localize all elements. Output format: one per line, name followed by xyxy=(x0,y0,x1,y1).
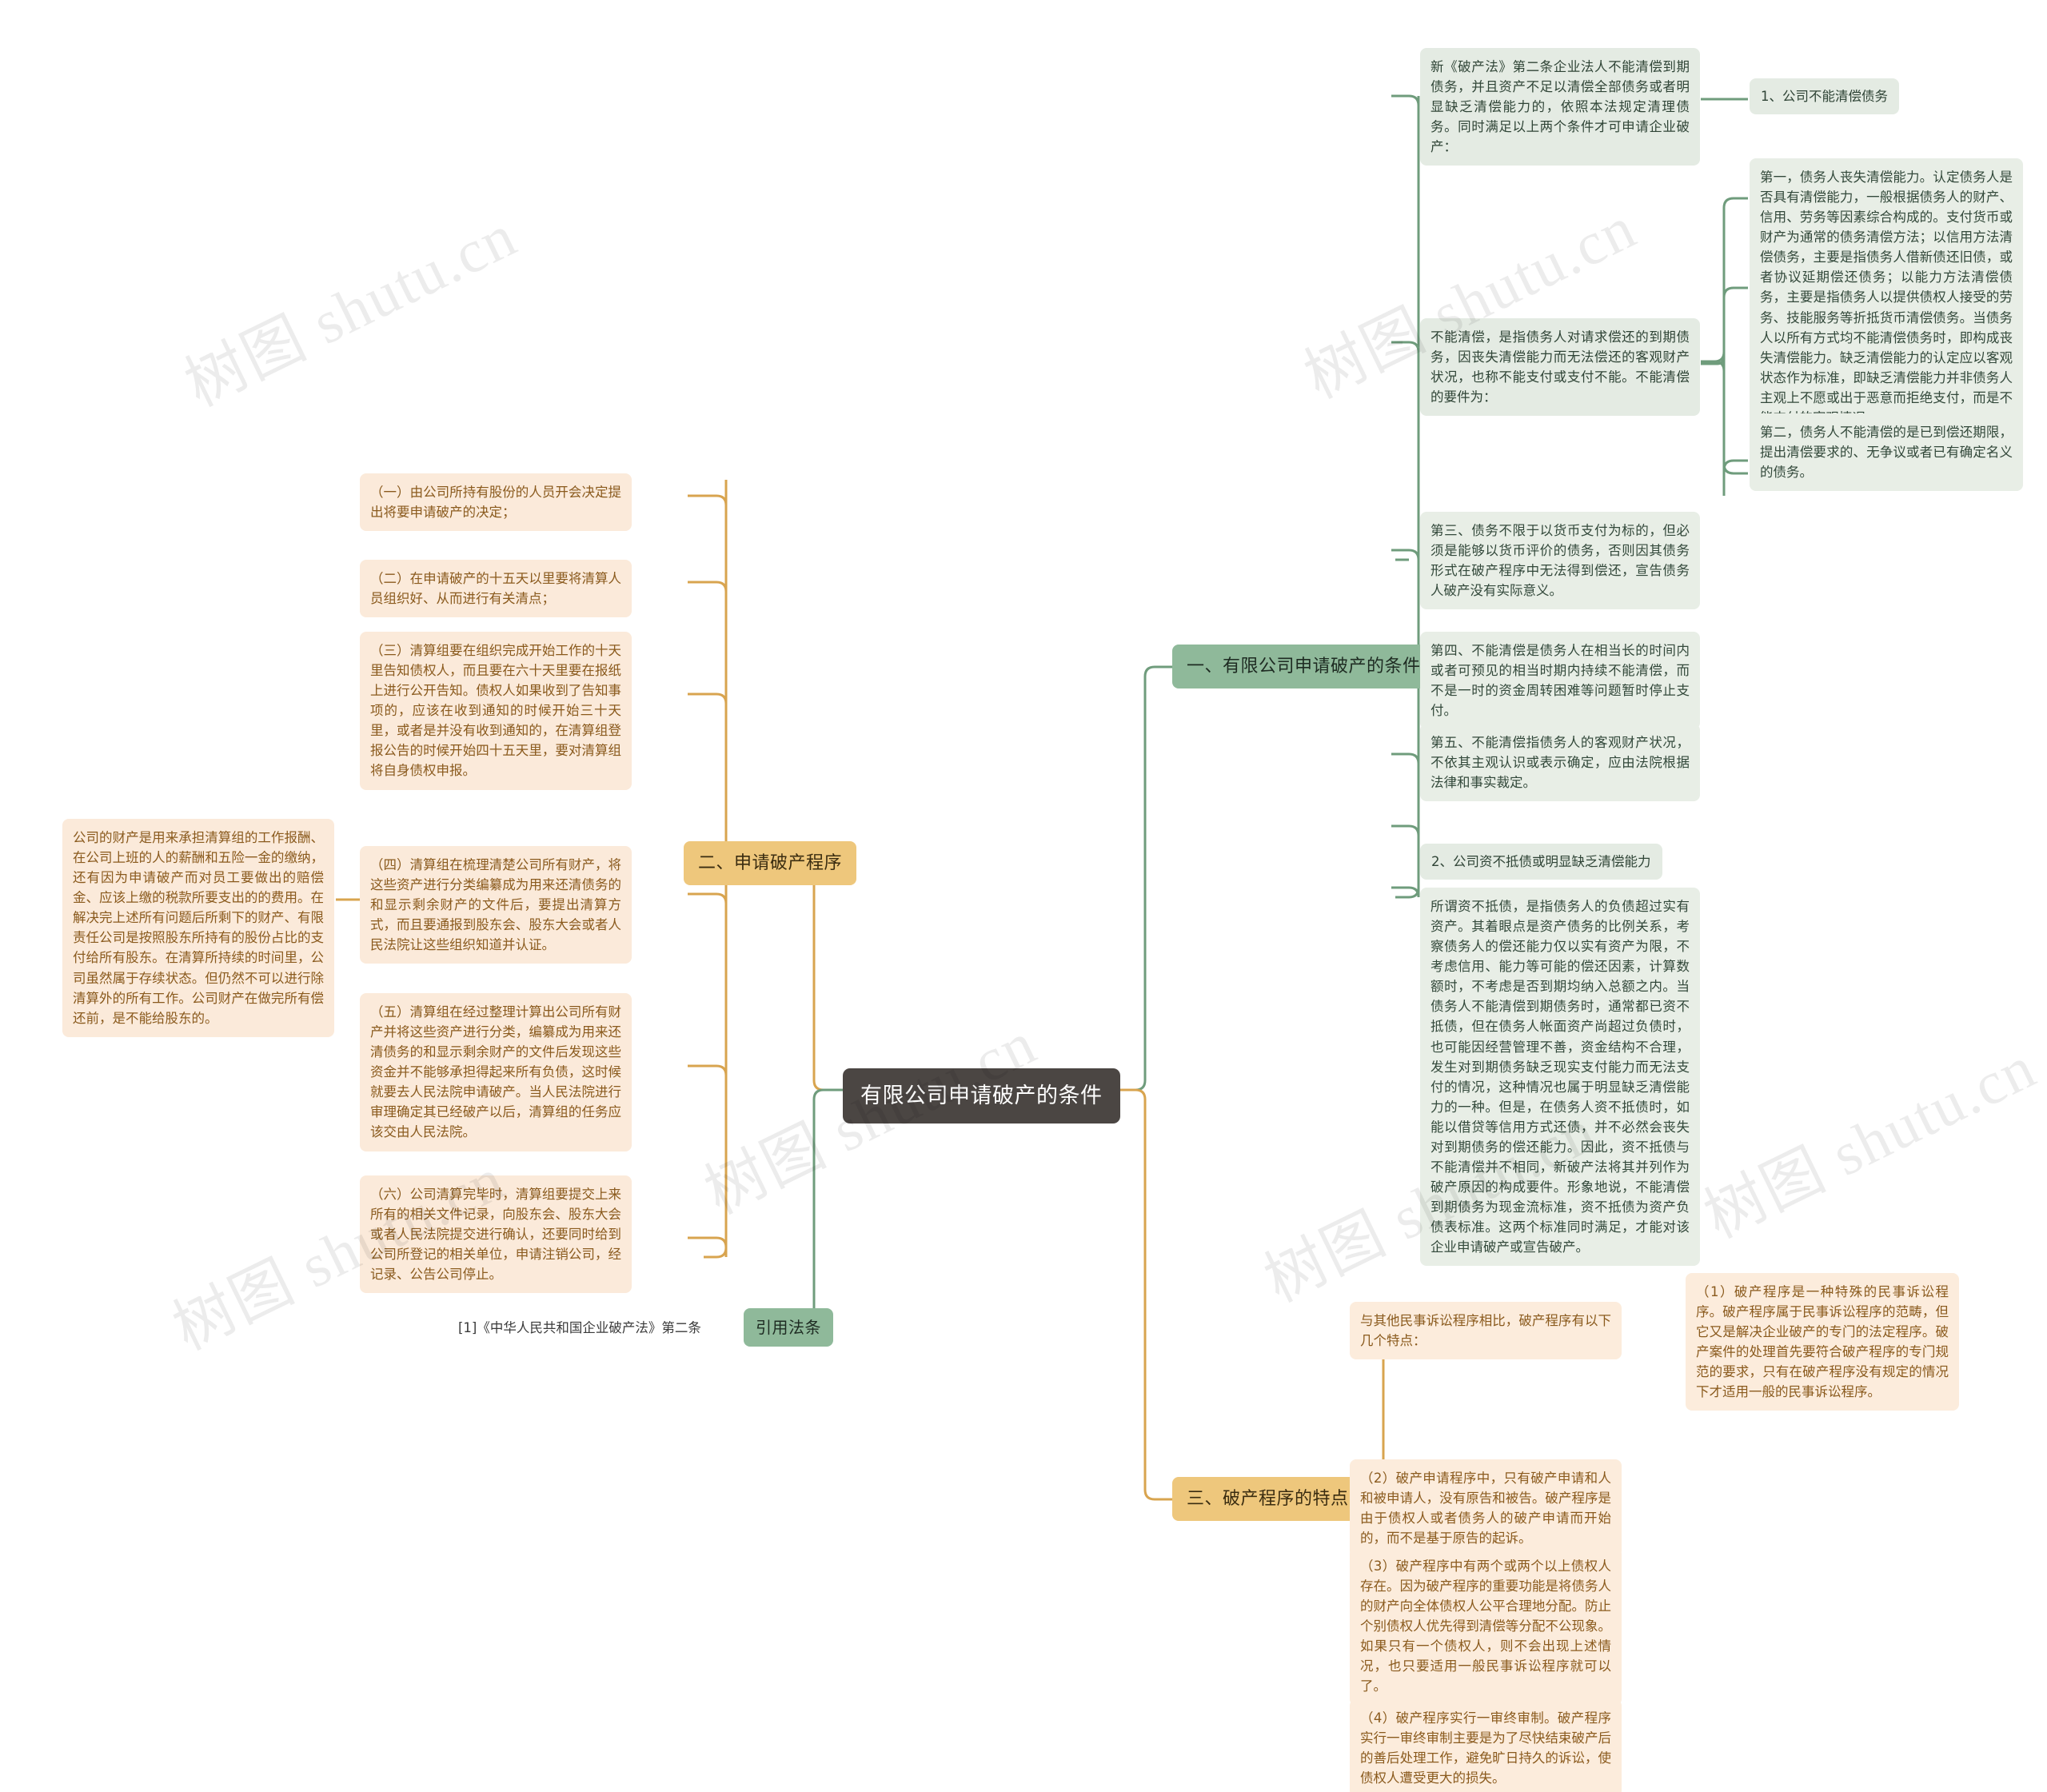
branch2-item-6[interactable]: （六）公司清算完毕时，清算组要提交上来所有的相关文件记录，向股东会、股东大会或者… xyxy=(360,1175,632,1294)
branch4-citation-text[interactable]: [1]《中华人民共和国企业破产法》第二条 xyxy=(450,1311,709,1344)
branch3-item-3[interactable]: （3）破产程序中有两个或两个以上债权人存在。因为破产程序的重要功能是将债务人的财… xyxy=(1350,1547,1622,1706)
branch2-item-2[interactable]: （二）在申请破产的十五天以里要将清算人员组织好、从而进行有关清点； xyxy=(360,560,632,618)
branch3-item-1[interactable]: （1）破产程序是一种特殊的民事诉讼程序。破产程序属于民事诉讼程序的范畴，但它又是… xyxy=(1686,1273,1959,1411)
branch1-sub1-point-4[interactable]: 第四、不能清偿是债务人在相当长的时间内或者可预见的相当时期内持续不能清偿，而不是… xyxy=(1420,632,1700,730)
branch2-item-3[interactable]: （三）清算组要在组织完成开始工作的十天里告知债权人，而且要在六十天里要在报纸上进… xyxy=(360,632,632,790)
branch1-sub1-point-2[interactable]: 第二，债务人不能清偿的是已到偿还期限，提出清偿要求的、无争议或者已有确定名义的债… xyxy=(1750,413,2023,492)
branch-node-features[interactable]: 三、破产程序的特点 xyxy=(1172,1477,1363,1522)
branch-node-conditions[interactable]: 一、有限公司申请破产的条件 xyxy=(1172,645,1435,689)
branch3-item-2[interactable]: （2）破产申请程序中，只有破产申请和人和被申请人，没有原告和被告。破产程序是由于… xyxy=(1350,1459,1622,1558)
branch2-item-5[interactable]: （五）清算组在经过整理计算出公司所有财产并将这些资产进行分类，编纂成为用来还清债… xyxy=(360,993,632,1151)
branch-node-citation[interactable]: 引用法条 xyxy=(744,1308,833,1347)
branch1-sub1-label[interactable]: 1、公司不能清偿债务 xyxy=(1750,78,1899,115)
watermark: 树图 shutu.cn xyxy=(175,202,528,420)
branch-node-procedure[interactable]: 二、申请破产程序 xyxy=(684,841,857,886)
branch2-item-1[interactable]: （一）由公司所持有股份的人员开会决定提出将要申请破产的决定； xyxy=(360,473,632,532)
branch2-note[interactable]: 公司的财产是用来承担清算组的工作报酬、在公司上班的人的薪酬和五险一金的缴纳，还有… xyxy=(62,819,334,1037)
root-node[interactable]: 有限公司申请破产的条件 xyxy=(843,1068,1120,1124)
branch1-intro[interactable]: 新《破产法》第二条企业法人不能清偿到期债务，并且资产不足以清偿全部债务或者明显缺… xyxy=(1420,48,1700,166)
branch1-sub1-point-3[interactable]: 第三、债务不限于以货币支付为标的，但必须是能够以货币评价的债务，否则因其债务形式… xyxy=(1420,512,1700,610)
branch3-intro[interactable]: 与其他民事诉讼程序相比，破产程序有以下几个特点： xyxy=(1350,1302,1622,1360)
branch1-sub1-definition[interactable]: 不能清偿，是指债务人对请求偿还的到期债务，因丧失清偿能力而无法偿还的客观财产状况… xyxy=(1420,318,1700,417)
branch1-sub2-definition[interactable]: 所谓资不抵债，是指债务人的负债超过实有资产。其着眼点是资产债务的比例关系，考察债… xyxy=(1420,888,1700,1267)
branch1-sub2-label[interactable]: 2、公司资不抵债或明显缺乏清偿能力 xyxy=(1420,844,1662,880)
branch2-item-4[interactable]: （四）清算组在梳理清楚公司所有财产，将这些资产进行分类编纂成为用来还清债务的和显… xyxy=(360,846,632,964)
branch1-sub1-point-1[interactable]: 第一，债务人丧失清偿能力。认定债务人是否具有清偿能力，一般根据债务人的财产、信用… xyxy=(1750,158,2023,437)
branch1-sub1-point-5[interactable]: 第五、不能清偿指债务人的客观财产状况，不依其主观认识或表示确定，应由法院根据法律… xyxy=(1420,724,1700,802)
mindmap-canvas: 树图 shutu.cn 树图 shutu.cn 树图 shutu.cn 树图 s… xyxy=(0,0,2047,1792)
branch3-item-4[interactable]: （4）破产程序实行一审终审制。破产程序实行一审终审制主要是为了尽快结束破产后的善… xyxy=(1350,1699,1622,1792)
watermark: 树图 shutu.cn xyxy=(1694,1033,2047,1251)
